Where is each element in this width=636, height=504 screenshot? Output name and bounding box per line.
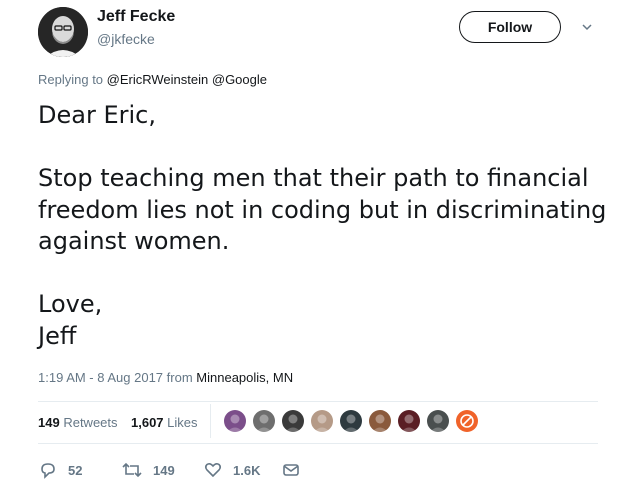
like-count: 1.6K [233,462,261,478]
mention-link[interactable]: @Google [212,72,267,87]
retweet-button[interactable]: 149 [121,458,175,482]
reply-count: 52 [68,462,83,478]
reply-button[interactable]: 52 [38,458,82,482]
chevron-down-icon[interactable] [580,20,594,34]
heart-icon [204,462,222,478]
mention-link[interactable]: @EricRWeinstein [107,72,209,87]
author-avatar-image [38,7,88,57]
avatar-red-icon[interactable] [398,410,420,432]
replying-to: Replying to @EricRWeinstein @Google [38,72,267,87]
retweet-count: 149 [153,462,175,478]
likes-stat[interactable]: 1,607 Likes [131,415,198,430]
avatar-purple-icon[interactable] [224,410,246,432]
divider [38,443,598,444]
avatar-woman-icon[interactable] [369,410,391,432]
tweet-actions: 52 149 1.6K [38,458,338,482]
reply-icon [41,463,55,479]
replying-to-prefix: Replying to [38,72,107,87]
author-avatar[interactable] [38,7,88,57]
tweet-text: Dear Eric, Stop teaching men that their … [38,101,607,350]
avatar-face-icon[interactable] [311,410,333,432]
likes-count: 1,607 [131,415,164,430]
avatar-earth-icon[interactable] [340,410,362,432]
like-button[interactable]: 1.6K [203,458,260,482]
from-label: from [163,370,197,385]
follow-button[interactable]: Follow [459,11,561,43]
avatar-gray-icon[interactable] [253,410,275,432]
likes-label: Likes [167,415,198,430]
retweets-stat[interactable]: 149 Retweets [38,415,118,430]
author-name[interactable]: Jeff Fecke [97,8,175,26]
location-link[interactable]: Minneapolis, MN [196,370,293,385]
direct-message-button[interactable] [281,458,311,482]
retweets-count: 149 [38,415,60,430]
author-handle[interactable]: @jkfecke [97,31,155,47]
retweet-icon [122,462,142,478]
avatar-face2-icon[interactable] [427,410,449,432]
avatar-orange-icon[interactable] [456,410,478,432]
envelope-icon [283,464,299,476]
tweet-timestamp: 1:19 AM - 8 Aug 2017 from Minneapolis, M… [38,370,293,385]
timestamp-link[interactable]: 1:19 AM - 8 Aug 2017 [38,370,163,385]
retweets-label: Retweets [63,415,118,430]
avatar-dark-icon[interactable] [282,410,304,432]
liker-avatars [210,402,500,442]
